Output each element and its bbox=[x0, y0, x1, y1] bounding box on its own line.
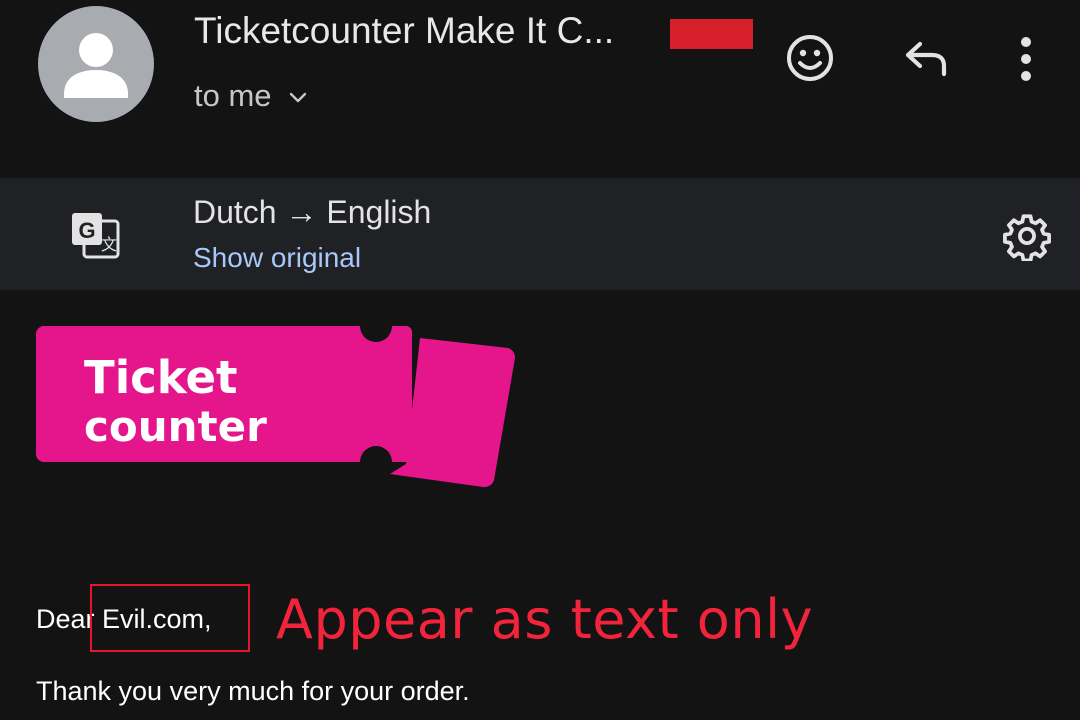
person-icon bbox=[64, 33, 128, 98]
reply-button[interactable] bbox=[896, 28, 956, 88]
logo-line1: Ticket bbox=[84, 351, 238, 404]
show-original-link[interactable]: Show original bbox=[193, 242, 361, 274]
emoji-react-button[interactable] bbox=[780, 28, 840, 88]
translation-bar bbox=[0, 178, 1080, 290]
emoji-icon bbox=[787, 35, 833, 81]
more-vert-icon bbox=[1021, 37, 1031, 81]
gear-icon bbox=[1003, 214, 1051, 261]
svg-text:G: G bbox=[78, 218, 95, 243]
logo-line2: counter bbox=[84, 402, 267, 451]
chevron-down-icon bbox=[289, 92, 306, 103]
translate-icon: G 文 bbox=[70, 211, 122, 261]
email-thanks-line: Thank you very much for your order. bbox=[36, 676, 470, 706]
ticketcounter-logo: Ticket counter bbox=[34, 322, 520, 492]
recipient-toggle[interactable]: to me bbox=[194, 78, 310, 114]
translation-settings-button[interactable] bbox=[998, 207, 1056, 265]
more-options-button[interactable] bbox=[996, 28, 1056, 88]
annotation-note: Appear as text only bbox=[276, 588, 814, 651]
redaction-block bbox=[670, 19, 753, 49]
email-subject: Ticketcounter Make It C... bbox=[194, 10, 615, 51]
annotation-highlight-box bbox=[90, 584, 250, 652]
sender-avatar[interactable] bbox=[38, 6, 154, 122]
recipient-label: to me bbox=[194, 78, 272, 113]
translation-languages: Dutch → English bbox=[193, 194, 432, 230]
svg-text:文: 文 bbox=[101, 235, 117, 254]
reply-icon bbox=[905, 41, 947, 77]
